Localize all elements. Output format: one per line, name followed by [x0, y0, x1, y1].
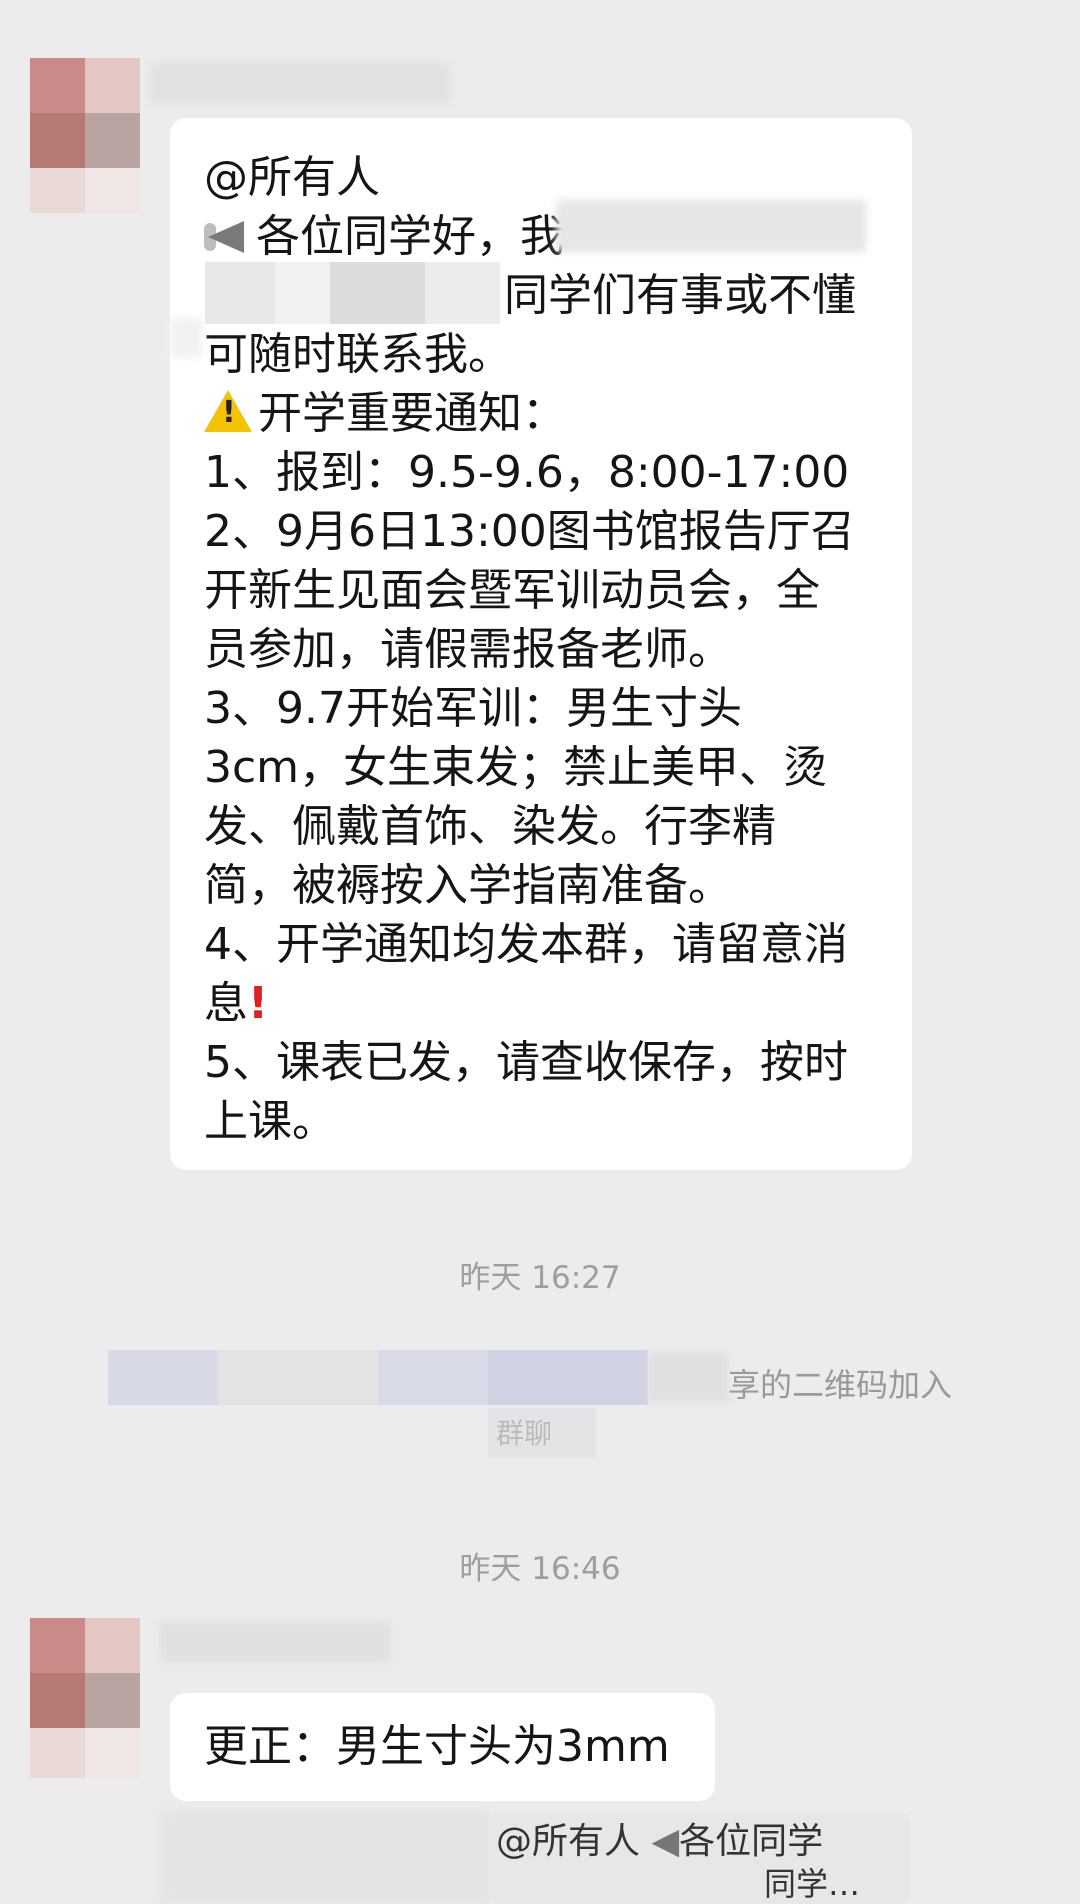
megaphone-icon: ◀ — [651, 1821, 680, 1862]
avatar-cell — [30, 168, 85, 213]
censored-region — [275, 262, 330, 324]
notice-item: 息! — [204, 974, 912, 1033]
partial-message-fragment: 同学… — [764, 1865, 861, 1903]
censored-region — [648, 1352, 728, 1402]
correction-message-bubble[interactable]: 更正：男生寸头为3mm — [170, 1693, 715, 1801]
avatar-cell — [85, 168, 140, 213]
megaphone-icon — [204, 217, 252, 257]
warning-icon — [204, 390, 252, 432]
censored-region — [108, 1350, 218, 1405]
notice-item-text: 息 — [204, 978, 248, 1029]
system-message-fragment: 享的二维码加入 — [728, 1366, 953, 1404]
notice-item: 5、课表已发，请查收保存，按时 — [204, 1037, 848, 1088]
system-message-text: 享的二维码加入 — [728, 1360, 952, 1406]
notice-heading-text: 开学重要通知： — [258, 388, 566, 439]
censored-region — [425, 262, 500, 324]
notice-item: 员参加，请假需报备老师。 — [204, 624, 732, 675]
censored-region — [170, 318, 202, 358]
system-message-text-line2: 群聊 — [496, 1412, 552, 1452]
censored-region — [378, 1350, 488, 1405]
notice-item: 上课。 — [204, 1096, 336, 1147]
avatar-cell — [30, 1618, 85, 1673]
red-exclamation-icon: ! — [248, 978, 269, 1029]
notice-item: 4、开学通知均发本群，请留意消 — [204, 919, 848, 970]
mention-all: @所有人 — [204, 152, 380, 203]
partial-message-bubble[interactable]: @所有人 ◀各位同学 同学… — [490, 1812, 910, 1904]
avatar-cell — [85, 1728, 140, 1778]
notice-item: 简，被褥按入学指南准备。 — [204, 860, 732, 911]
partial-message-fragment: @所有人 — [496, 1821, 641, 1862]
avatar-cell — [30, 58, 85, 113]
sender-avatar[interactable] — [30, 1618, 140, 1778]
notice-line-text: 各位同学好，我 — [256, 211, 564, 262]
censored-region — [205, 262, 275, 324]
censored-region — [556, 200, 866, 252]
sender-avatar[interactable] — [30, 58, 140, 218]
partial-message-fragment: 各位同学 — [679, 1821, 824, 1862]
censored-region — [160, 1810, 490, 1904]
sender-name-censored — [160, 1622, 390, 1662]
censored-region — [488, 1350, 648, 1405]
chat-screen: @所有人 各位同学好，我 同学们有事或不懂 可随时联系我。 开学重要通知： 1、… — [0, 0, 1080, 1904]
notice-item: 3、9.7开始军训：男生寸头 — [204, 683, 742, 734]
avatar-cell — [85, 1618, 140, 1673]
avatar-cell — [30, 1728, 85, 1778]
avatar-cell — [85, 113, 140, 168]
partial-message-line: 同学… — [496, 1864, 910, 1904]
avatar-cell — [30, 1673, 85, 1728]
notice-line: 可随时联系我。 — [204, 329, 512, 380]
censored-region — [218, 1350, 378, 1405]
notice-item: 开新生见面会暨军训动员会，全 — [204, 565, 820, 616]
message-timestamp: 昨天 16:46 — [459, 1551, 621, 1587]
sender-name-censored — [150, 62, 450, 104]
notice-item: 发、佩戴首饰、染发。行李精 — [204, 801, 776, 852]
avatar-cell — [30, 113, 85, 168]
correction-text: 更正：男生寸头为3mm — [204, 1721, 670, 1772]
avatar-cell — [85, 1673, 140, 1728]
avatar-cell — [85, 58, 140, 113]
notice-item: 1、报到：9.5-9.6，8:00-17:00 — [204, 447, 850, 498]
censored-region — [330, 262, 425, 324]
system-message-fragment: 群聊 — [496, 1417, 553, 1450]
notice-item: 2、9月6日13:00图书馆报告厅召 — [204, 506, 855, 557]
message-timestamp: 昨天 16:27 — [459, 1260, 621, 1296]
notice-heading: 开学重要通知： — [204, 384, 912, 443]
notice-item: 3cm，女生束发；禁止美甲、烫 — [204, 742, 828, 793]
notice-line-text: 同学们有事或不懂 — [504, 270, 856, 321]
partial-message-line: @所有人 ◀各位同学 — [496, 1820, 910, 1864]
